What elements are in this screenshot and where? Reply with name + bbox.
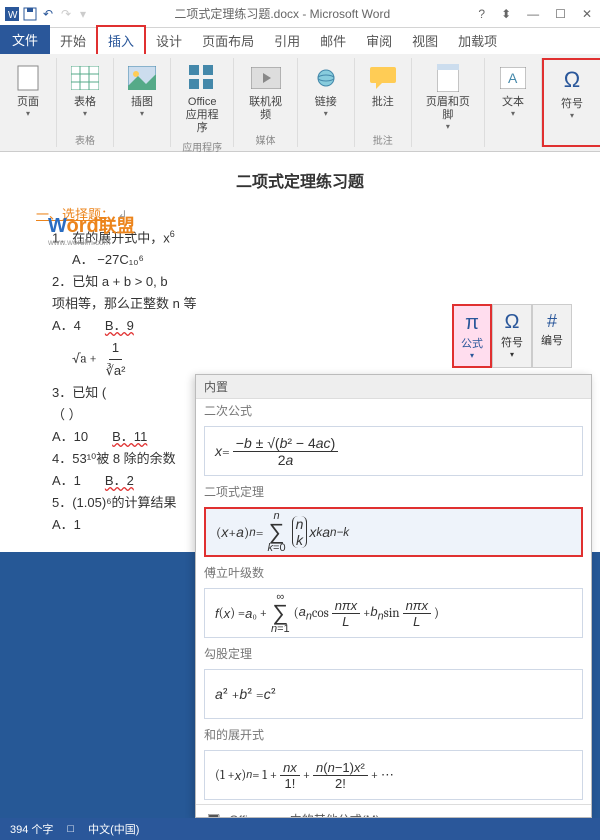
gallery-more-office[interactable]: 🖥Office.com 中的其他公式(M) [196,805,591,818]
maximize-button[interactable]: ☐ [551,5,570,23]
option-3b: B．11 [112,426,147,448]
pages-button[interactable]: 页面 ▾ [6,58,50,122]
symbol-button[interactable]: Ω 符号 ▾ [550,60,594,124]
text-button[interactable]: A 文本 ▾ [491,58,535,122]
omega-icon: Ω [556,64,588,96]
language-indicator[interactable]: 中文(中国) [88,821,139,837]
office-apps-button[interactable]: Office 应用程序 [177,58,227,139]
chevron-down-icon: ▾ [511,109,515,118]
chevron-down-icon: ▾ [324,109,328,118]
apps-icon [186,62,218,94]
tab-design[interactable]: 设计 [146,27,192,54]
symbol-dropdown-button[interactable]: Ω 符号 ▾ [492,304,532,368]
chevron-down-icon: ▾ [140,109,144,118]
tab-review[interactable]: 审阅 [356,27,402,54]
save-icon[interactable] [22,6,38,22]
equation-gallery: 内置 二次公式 x = −b ± √(b² − 4ac)2a 二项式定理 (x … [195,374,592,818]
word-count[interactable]: 394 个字 [10,821,53,837]
gallery-item-fourier[interactable]: f(x) = a₀ + ∞∑n=1 (an cos nπxL + bn sin … [204,588,583,638]
pi-icon: π [465,312,479,335]
svg-text:W: W [8,10,18,21]
tab-addins[interactable]: 加载项 [448,27,507,54]
question-2: 2．已知 a + b > 0, b [52,271,564,293]
option-4b: B．2 [105,470,134,492]
comment-button[interactable]: 批注 [361,58,405,113]
gallery-item-binomial[interactable]: (x + a)n = n∑k=0 nk xkan−k [204,507,583,557]
gallery-item-pythag[interactable]: a² + b² = c² [204,669,583,719]
tab-layout[interactable]: 页面布局 [192,27,264,54]
header-footer-button[interactable]: 页眉和页脚 ▾ [418,58,478,135]
gallery-label-binomial: 二项式定理 [196,480,591,503]
picture-icon [126,62,158,94]
minimize-button[interactable]: — [523,5,543,23]
close-button[interactable]: ✕ [578,5,596,23]
watermark-logo: Word联盟 www.wordlm.com [48,212,135,247]
hash-icon: # [547,311,557,332]
header-icon [432,62,464,94]
undo-icon[interactable]: ↶ [40,6,56,22]
tab-references[interactable]: 引用 [264,27,310,54]
chevron-down-icon: ▾ [510,350,514,359]
tab-home[interactable]: 开始 [50,27,96,54]
textbox-icon: A [497,62,529,94]
gallery-label-fourier: 傅立叶级数 [196,561,591,584]
redo-icon[interactable]: ↷ [58,6,74,22]
option-2a: A．4 [52,315,81,337]
qat-more-icon[interactable]: ▾ [80,7,86,21]
option-3a: A．10 [52,426,88,448]
ribbon-toggle-icon[interactable]: ⬍ [497,5,515,23]
svg-text:A: A [508,70,518,86]
chevron-down-icon: ▾ [570,111,574,120]
page-icon [12,62,44,94]
table-button[interactable]: 表格 ▾ [63,58,107,122]
gallery-label-quadratic: 二次公式 [196,399,591,422]
proofing-icon[interactable]: □ [67,823,74,835]
tab-file[interactable]: 文件 [0,25,50,54]
gallery-label-expand: 和的展开式 [196,723,591,746]
tab-insert[interactable]: 插入 [96,25,146,54]
chevron-down-icon: ▾ [446,122,450,131]
links-button[interactable]: 链接 ▾ [304,58,348,122]
equation-dropdown-button[interactable]: π 公式 ▾ [452,304,492,368]
gallery-category-builtin: 内置 [196,375,591,399]
office-icon: 🖥 [206,813,221,819]
window-title: 二项式定理练习题.docx - Microsoft Word [90,5,474,22]
tab-mailings[interactable]: 邮件 [310,27,356,54]
gallery-item-expand[interactable]: (1 + x)n = 1 + nx1! + n(n−1)x²2! + ⋯ [204,750,583,800]
tab-view[interactable]: 视图 [402,27,448,54]
option-4a: A．1 [52,470,81,492]
help-button[interactable]: ? [474,5,489,23]
document-title: 二项式定理练习题 [36,168,564,192]
option-2b: B．9 [105,315,134,337]
gallery-item-quadratic[interactable]: x = −b ± √(b² − 4ac)2a [204,426,583,476]
word-icon: W [4,6,20,22]
chevron-down-icon: ▾ [26,109,30,118]
illustrations-button[interactable]: 插图 ▾ [120,58,164,122]
table-icon [69,62,101,94]
chevron-down-icon: ▾ [470,351,474,360]
chevron-down-icon: ▾ [83,109,87,118]
video-icon [250,62,282,94]
online-video-button[interactable]: 联机视频 [240,58,290,126]
number-button[interactable]: # 编号 [532,304,572,368]
comment-icon [367,62,399,94]
link-icon [310,62,342,94]
option-1a: A． −27C₁₀⁶ [72,249,564,271]
gallery-label-pythag: 勾股定理 [196,642,591,665]
omega-icon: Ω [505,311,520,334]
